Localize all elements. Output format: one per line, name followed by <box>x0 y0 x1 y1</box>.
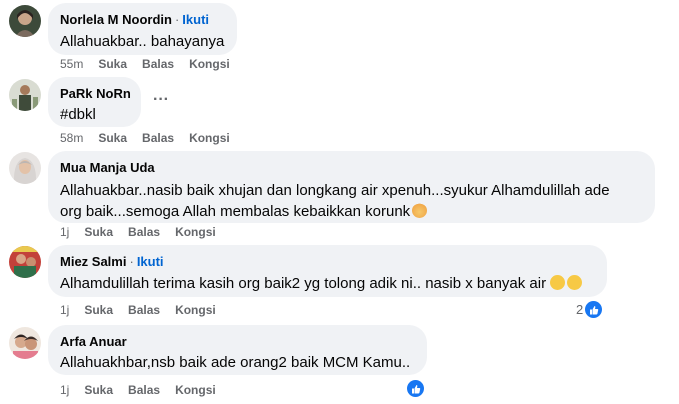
comment-text: Allahuakhbar,nsb baik ade orang2 baik MC… <box>60 354 411 371</box>
reply-button[interactable]: Balas <box>142 131 174 145</box>
avatar[interactable] <box>9 152 41 184</box>
like-button[interactable]: Suka <box>84 225 113 239</box>
share-button[interactable]: Kongsi <box>175 225 216 239</box>
reply-button[interactable]: Balas <box>128 383 160 397</box>
comment-text-row: Alhamdulillah terima kasih org baik2 yg … <box>60 273 595 294</box>
comment-author[interactable]: Mua Manja Uda <box>60 160 155 175</box>
reply-button[interactable]: Balas <box>128 225 160 239</box>
comment-author-row: Arfa Anuar <box>60 333 415 350</box>
comment-author-row: PaRk NoRn <box>60 85 131 102</box>
reply-button[interactable]: Balas <box>142 57 174 71</box>
comment-text: #dbkl <box>60 106 96 123</box>
like-button[interactable]: Suka <box>98 57 127 71</box>
avatar[interactable] <box>9 79 41 111</box>
reaction-summary[interactable]: 2 <box>576 301 603 318</box>
comment-time[interactable]: 55m <box>60 57 83 71</box>
comment-text: Allahuakbar..nasib baik xhujan dan longk… <box>60 180 643 222</box>
comment-text-line: org baik...semoga Allah membalas kebaikk… <box>60 203 411 220</box>
avatar[interactable] <box>9 327 41 359</box>
reaction-summary[interactable] <box>405 380 424 397</box>
pray-emoji-icon <box>412 203 428 218</box>
comment-actions: 55m Suka Balas Kongsi <box>60 56 245 72</box>
comment-author-row: Norlela M Noordin · Ikuti <box>60 11 225 28</box>
comment-bubble: Norlela M Noordin · Ikuti Allahuakbar.. ba… <box>48 3 237 55</box>
separator-dot: · <box>129 254 134 269</box>
like-reaction-icon <box>585 301 603 318</box>
separator-dot: · <box>174 12 180 27</box>
comment-author[interactable]: Arfa Anuar <box>60 334 127 349</box>
comment-time[interactable]: 58m <box>60 131 83 145</box>
crying-face-icon <box>567 275 583 290</box>
follow-link[interactable]: Ikuti <box>182 12 209 27</box>
reaction-count: 2 <box>576 302 584 317</box>
share-button[interactable]: Kongsi <box>175 303 216 317</box>
more-options-button[interactable]: ··· <box>153 92 169 111</box>
comment-actions: 1j Suka Balas Kongsi <box>60 302 231 318</box>
comment-actions: 1j Suka Balas Kongsi <box>60 382 231 398</box>
comment-author-row: Miez Salmi · Ikuti <box>60 253 595 270</box>
comment-bubble: Arfa Anuar Allahuakhbar,nsb baik ade ora… <box>48 325 427 375</box>
share-button[interactable]: Kongsi <box>175 383 216 397</box>
like-button[interactable]: Suka <box>84 303 113 317</box>
comment-time[interactable]: 1j <box>60 383 69 397</box>
like-button[interactable]: Suka <box>84 383 113 397</box>
avatar[interactable] <box>9 5 41 37</box>
share-button[interactable]: Kongsi <box>189 57 230 71</box>
comment-text-line-2: org baik...semoga Allah membalas kebaikk… <box>60 201 643 222</box>
follow-link[interactable]: Ikuti <box>137 254 164 269</box>
comment-time[interactable]: 1j <box>60 225 69 239</box>
comment-bubble: Mua Manja Uda Allahuakbar..nasib baik xh… <box>48 151 655 223</box>
comment-text-line: Allahuakbar..nasib baik xhujan dan longk… <box>60 182 610 199</box>
comment-actions: 1j Suka Balas Kongsi <box>60 224 231 240</box>
comment-text: Alhamdulillah terima kasih org baik2 yg … <box>60 275 547 292</box>
share-button[interactable]: Kongsi <box>189 131 230 145</box>
comment-author-row: Mua Manja Uda <box>60 159 643 176</box>
crying-face-icon <box>550 275 566 290</box>
comment-author[interactable]: Norlela M Noordin <box>60 12 172 27</box>
comment-author[interactable]: Miez Salmi <box>60 254 126 269</box>
like-reaction-icon <box>407 380 424 397</box>
comment-text: Allahuakbar.. bahayanya <box>60 33 225 50</box>
comment-author[interactable]: PaRk NoRn <box>60 86 131 101</box>
comment-actions: 58m Suka Balas Kongsi <box>60 130 245 146</box>
comment-bubble: PaRk NoRn #dbkl <box>48 77 141 127</box>
comment-bubble: Miez Salmi · Ikuti Alhamdulillah terima ka… <box>48 245 607 297</box>
avatar[interactable] <box>9 246 41 278</box>
comment-time[interactable]: 1j <box>60 303 69 317</box>
reply-button[interactable]: Balas <box>128 303 160 317</box>
like-button[interactable]: Suka <box>98 131 127 145</box>
